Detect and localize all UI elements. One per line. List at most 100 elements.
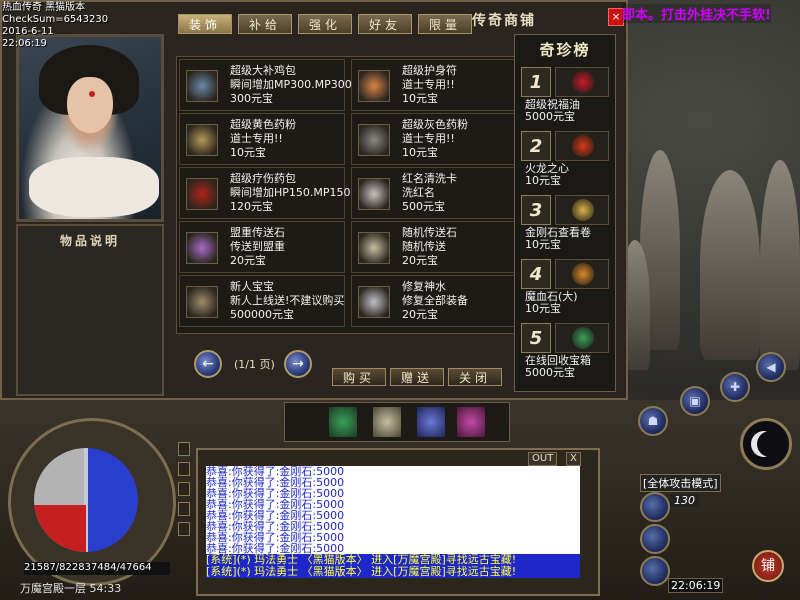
character-portrait <box>16 34 164 222</box>
item-desc: 洗红名 <box>402 186 435 199</box>
tab-2[interactable]: 强化 <box>298 14 352 34</box>
shop-item[interactable]: 超级大补鸡包 瞬间增加MP300.MP300 300元宝 <box>179 59 352 111</box>
quick-slot-potion-icon[interactable] <box>457 407 485 437</box>
shop-item[interactable]: 修复神水 修复全部装备 20元宝 <box>351 275 517 327</box>
page-label: (1/1 页) <box>234 358 275 371</box>
buy-button[interactable]: 购买 <box>332 368 386 386</box>
prev-page-button[interactable]: ← <box>194 350 222 378</box>
tab-1[interactable]: 补给 <box>238 14 292 34</box>
tab-4[interactable]: 限量 <box>418 14 472 34</box>
next-page-button[interactable]: → <box>284 350 312 378</box>
time: 22:06:19 <box>2 38 47 49</box>
character-stats: 21587/822837484/47664 <box>24 562 170 575</box>
item-name: 盟重传送石 <box>230 226 285 239</box>
skill-button[interactable] <box>640 492 670 522</box>
rank-item[interactable]: 3 金刚石查看卷 10元宝 <box>519 193 611 253</box>
tab-0[interactable]: 装饰 <box>178 14 232 34</box>
shop-item[interactable]: 超级灰色药粉 道士专用!! 10元宝 <box>351 113 517 165</box>
chat-out-button[interactable]: OUT <box>528 452 558 466</box>
item-price: 10元宝 <box>402 146 438 159</box>
side-button[interactable] <box>178 482 190 496</box>
bag-button[interactable]: ▣ <box>680 386 710 416</box>
shop-window: 物品说明 装饰 补给 强化 好友 限量 传奇商铺 × 超级大补鸡包 瞬间增加MP300.M… <box>0 0 628 400</box>
talisman-icon <box>358 70 390 102</box>
close-button[interactable]: 关闭 <box>448 368 502 386</box>
rank-item-price: 10元宝 <box>525 302 561 315</box>
rank-number: 3 <box>521 195 551 225</box>
item-price: 500元宝 <box>402 200 445 213</box>
item-price: 500000元宝 <box>230 308 294 321</box>
quick-slot-stone-icon[interactable] <box>373 407 401 437</box>
shop-item[interactable]: 红名清洗卡 洗红名 500元宝 <box>351 167 517 219</box>
sound-button[interactable]: ◀ <box>756 352 786 382</box>
map-button[interactable]: ✚ <box>720 372 750 402</box>
powder-bag-icon <box>358 124 390 156</box>
item-desc: 瞬间增加MP300.MP300 <box>230 78 352 91</box>
rank-item[interactable]: 1 超级祝福油 5000元宝 <box>519 65 611 125</box>
level-display: 130 <box>670 494 699 507</box>
rank-item-price: 10元宝 <box>525 238 561 251</box>
rank-item[interactable]: 5 在线回收宝箱 5000元宝 <box>519 321 611 381</box>
item-grid: 超级大补鸡包 瞬间增加MP300.MP300 300元宝 超级护身符 道士专用!! 10元… <box>176 56 518 334</box>
item-price: 20元宝 <box>402 254 438 267</box>
side-button[interactable] <box>178 442 190 456</box>
trade-button[interactable] <box>640 556 670 586</box>
bag-icon: ▣ <box>689 394 701 408</box>
item-price: 10元宝 <box>402 92 438 105</box>
shop-item[interactable]: 盟重传送石 传送到盟重 20元宝 <box>179 221 345 273</box>
rank-number: 2 <box>521 131 551 161</box>
rank-item[interactable]: 4 魔血石(大) 10元宝 <box>519 257 611 317</box>
rank-item-price: 5000元宝 <box>525 366 575 379</box>
hp-mp-orb <box>34 448 138 552</box>
shop-item[interactable]: 超级护身符 道士专用!! 10元宝 <box>351 59 517 111</box>
rank-number: 4 <box>521 259 551 289</box>
item-name: 超级黄色药粉 <box>230 118 296 131</box>
attack-mode-indicator[interactable]: [全体攻击模式] <box>640 474 721 492</box>
rank-number: 5 <box>521 323 551 353</box>
chat-log[interactable]: 恭喜:你获得了:金刚石:5000 恭喜:你获得了:金刚石:5000 恭喜:你获得了:… <box>206 466 580 578</box>
item-name: 超级灰色药粉 <box>402 118 468 131</box>
item-name: 修复神水 <box>402 280 446 293</box>
rank-item-price: 10元宝 <box>525 174 561 187</box>
arrow-left-icon: ← <box>202 356 214 372</box>
map-location: 万魔宫殿一层 54:33 <box>20 582 122 595</box>
shop-item[interactable]: 新人宝宝 新人上线送!不建议购买 500000元宝 <box>179 275 345 327</box>
item-name: 红名清洗卡 <box>402 172 457 185</box>
rank-item[interactable]: 2 火龙之心 10元宝 <box>519 129 611 189</box>
card-icon <box>358 178 390 210</box>
item-name: 新人宝宝 <box>230 280 274 293</box>
system-message: [系统](*) 玛法勇士 〈黑猫版本〉 进入[万魔宫殿]寻找远古宝藏! <box>206 566 580 578</box>
map-icon: ✚ <box>729 380 741 394</box>
arrow-right-icon: → <box>292 356 304 372</box>
shop-item[interactable]: 随机传送石 随机传送 20元宝 <box>351 221 517 273</box>
item-price: 300元宝 <box>230 92 273 105</box>
date: 2016-6-11 <box>2 26 54 37</box>
shop-item[interactable]: 超级疗伤药包 瞬间增加HP150.MP150 120元宝 <box>179 167 351 219</box>
shop-button[interactable]: 铺 <box>752 550 784 582</box>
gift-button[interactable]: 赠送 <box>390 368 444 386</box>
item-name: 超级疗伤药包 <box>230 172 296 185</box>
item-desc: 道士专用!! <box>402 132 455 145</box>
quick-slot-potion-icon[interactable] <box>417 407 445 437</box>
treasure-chest-icon <box>555 323 609 353</box>
announcement-banner: 即本。打击外挂决不手软! <box>622 4 771 23</box>
bag-icon <box>186 70 218 102</box>
item-desc: 道士专用!! <box>402 78 455 91</box>
character-button[interactable]: ☗ <box>638 406 668 436</box>
item-name: 超级大补鸡包 <box>230 64 296 77</box>
checksum: CheckSum=6543230 <box>2 14 109 25</box>
group-button[interactable] <box>640 524 670 554</box>
side-button[interactable] <box>178 462 190 476</box>
chat-close-button[interactable]: X <box>566 452 581 466</box>
tab-3[interactable]: 好友 <box>358 14 412 34</box>
person-icon: ☗ <box>647 414 659 428</box>
dragon-heart-icon <box>555 131 609 161</box>
potion-icon <box>358 286 390 318</box>
item-name: 随机传送石 <box>402 226 457 239</box>
side-button[interactable] <box>178 522 190 536</box>
side-button[interactable] <box>178 502 190 516</box>
item-price: 10元宝 <box>230 146 266 159</box>
shop-item[interactable]: 超级黄色药粉 道士专用!! 10元宝 <box>179 113 345 165</box>
item-description-title: 物品说明 <box>59 234 120 248</box>
quick-slot-chest-icon[interactable] <box>329 407 357 437</box>
